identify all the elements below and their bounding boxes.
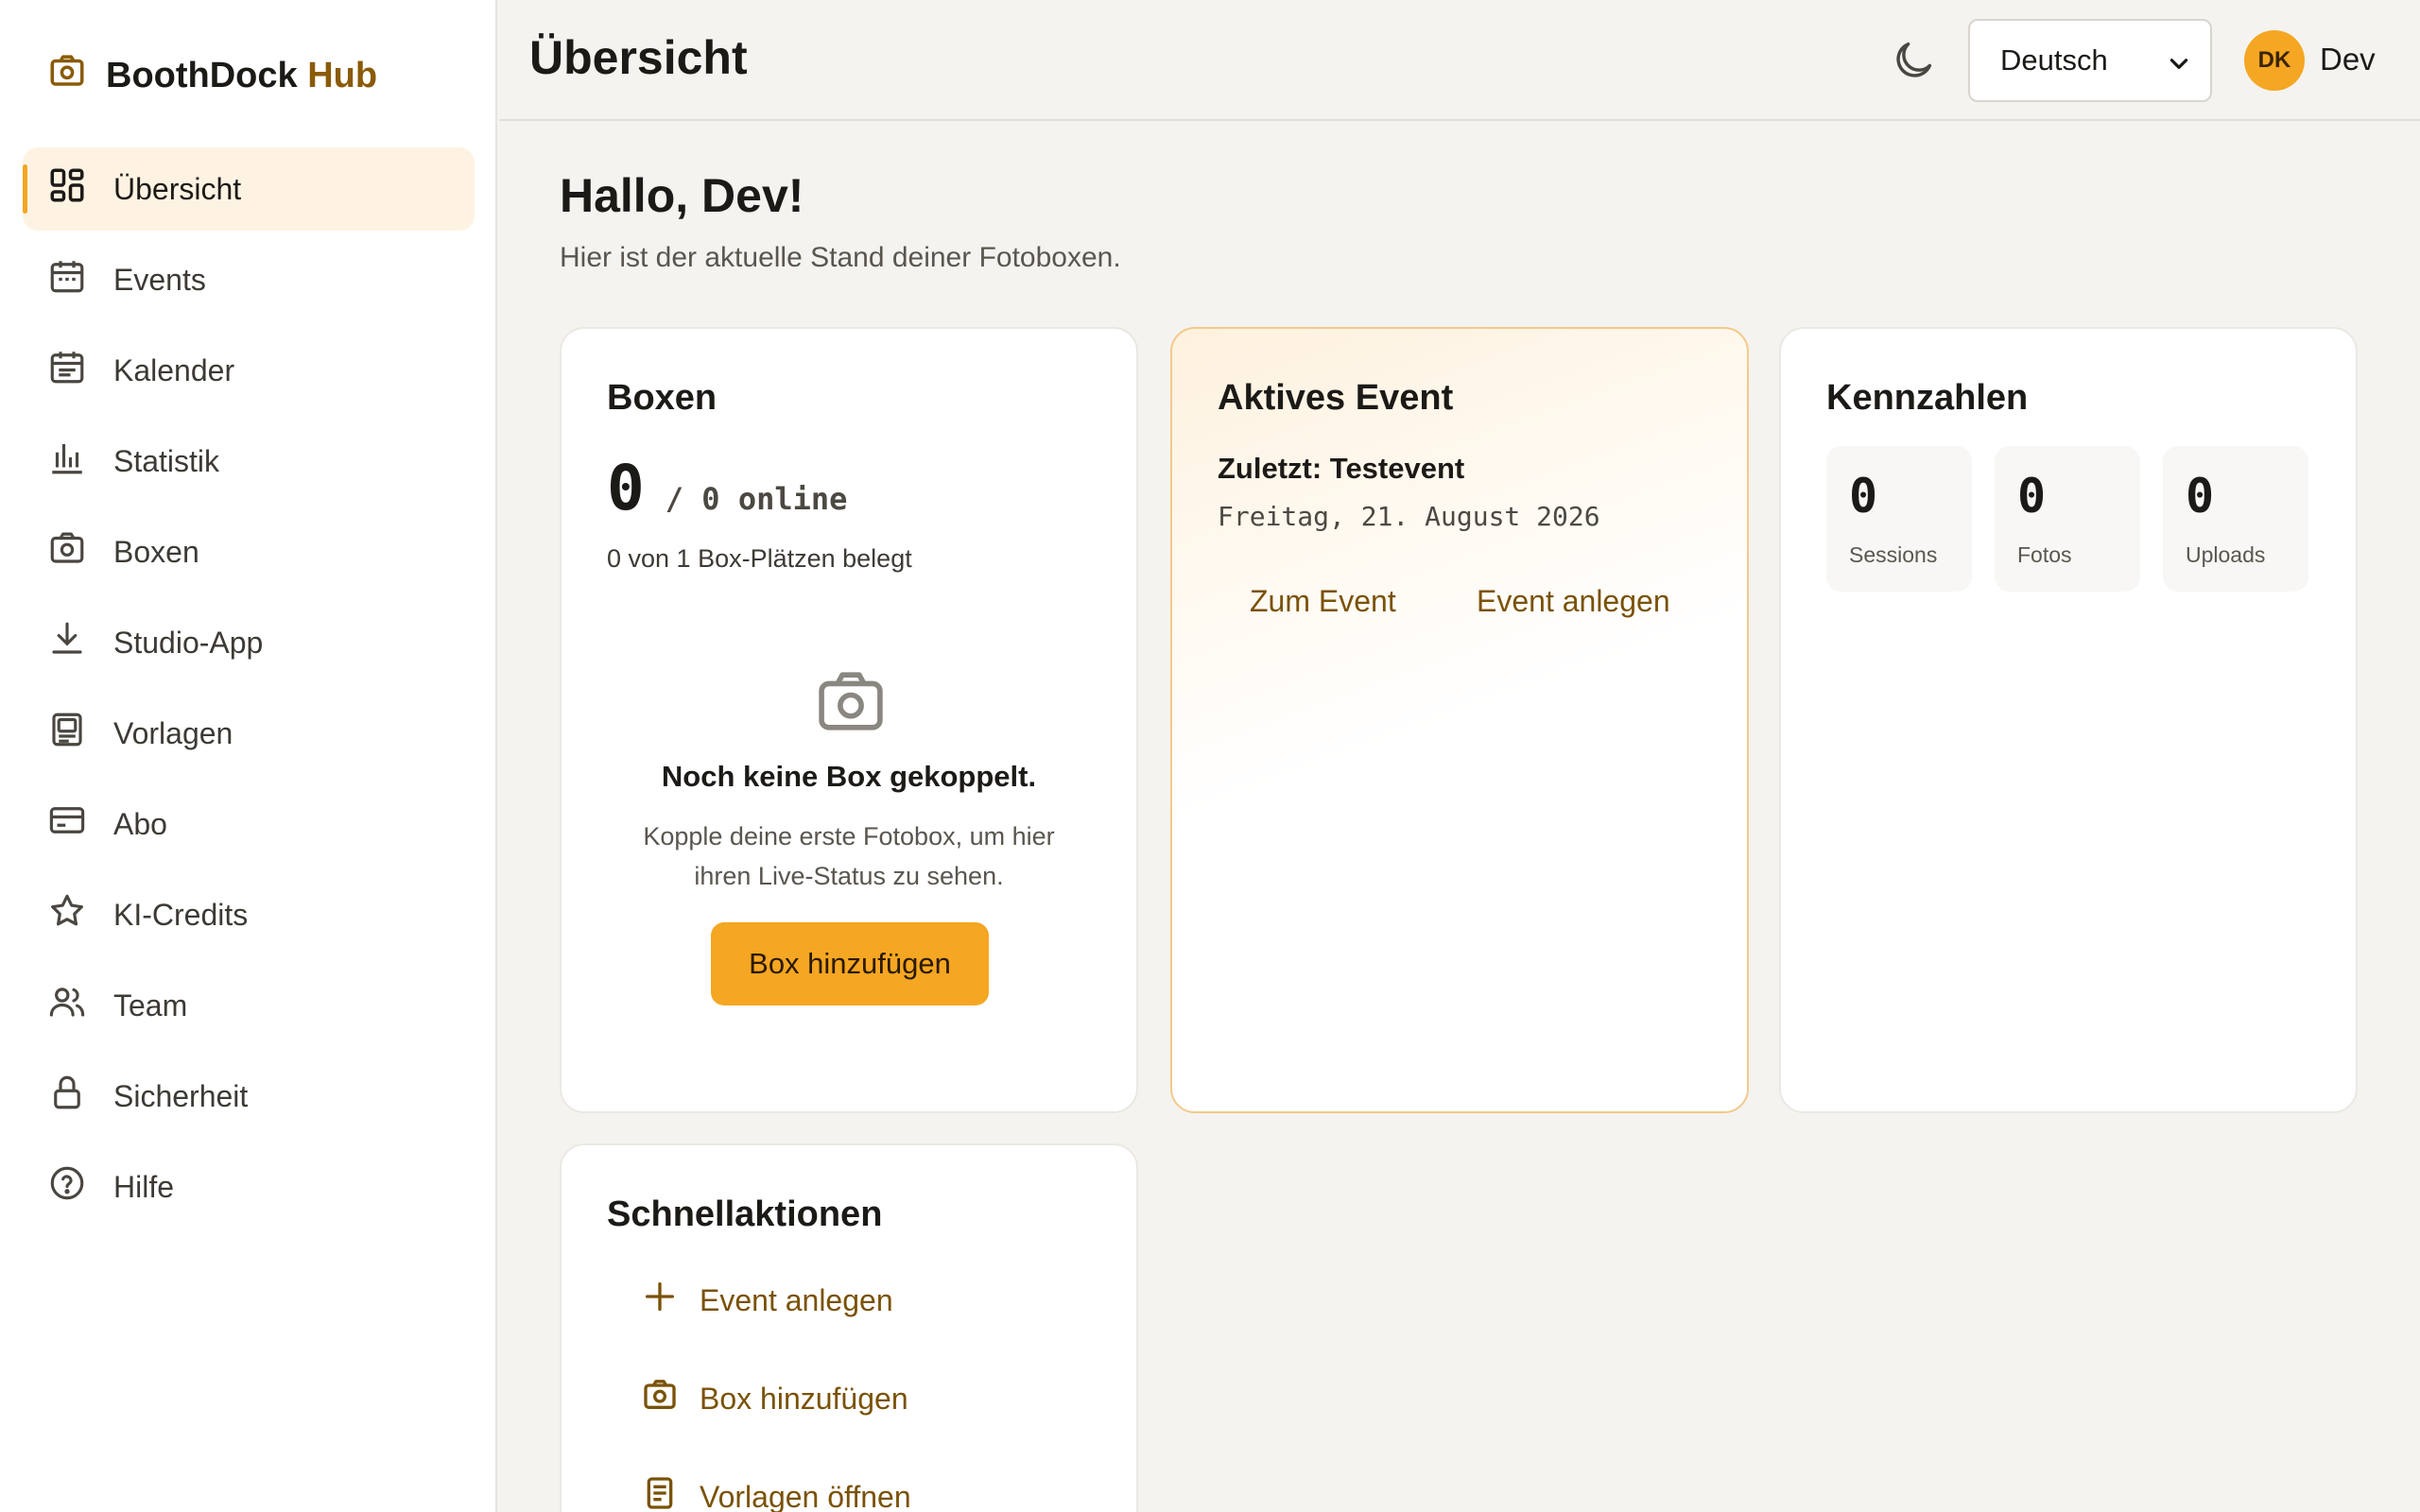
boxes-online-count: 0 / 0 online: [607, 452, 847, 524]
top-header: Übersicht Deutsch DK Dev: [499, 0, 2420, 121]
stat-uploads: 0 Uploads: [2163, 446, 2308, 592]
sidebar-item-uebersicht[interactable]: Übersicht: [23, 147, 475, 231]
sidebar-item-label: Statistik: [113, 443, 220, 478]
boxes-empty-text: Kopple deine erste Fotobox, um hier ihre…: [643, 822, 1055, 890]
bar-chart-icon: [47, 438, 87, 485]
sidebar-item-kalender[interactable]: Kalender: [23, 329, 475, 412]
stat-fotos: 0 Fotos: [1995, 446, 2140, 592]
sidebar-item-sicherheit[interactable]: Sicherheit: [23, 1055, 475, 1138]
camera-icon: [815, 669, 887, 733]
quick-actions-title: Schnellaktionen: [607, 1194, 883, 1234]
sidebar-item-boxen[interactable]: Boxen: [23, 510, 475, 593]
sidebar-nav: Übersicht Events Kalender Statistik Boxe…: [23, 147, 475, 1236]
goto-event-button[interactable]: Zum Event: [1250, 584, 1396, 619]
lock-icon: [47, 1073, 87, 1120]
stats-card: Kennzahlen 0 Sessions 0 Fotos 0 Uploads: [1779, 327, 2358, 1113]
stat-value: 0: [1849, 469, 1878, 524]
sidebar-item-abo[interactable]: Abo: [23, 782, 475, 866]
moon-icon: [1889, 42, 1938, 89]
camera-icon: [47, 528, 87, 576]
boxes-empty-title: Noch keine Box gekoppelt.: [661, 760, 1037, 793]
sidebar-item-ki-credits[interactable]: KI-Credits: [23, 873, 475, 956]
sidebar-item-studio-app[interactable]: Studio-App: [23, 601, 475, 684]
sidebar-item-label: Studio-App: [113, 625, 264, 660]
download-icon: [47, 619, 87, 666]
sidebar-item-label: Kalender: [113, 352, 235, 387]
boxes-slots-text: 0 von 1 Box-Plätzen belegt: [607, 544, 912, 573]
add-box-button[interactable]: Box hinzufügen: [711, 922, 989, 1005]
page-title: Übersicht: [529, 31, 748, 84]
sidebar-item-hilfe[interactable]: Hilfe: [23, 1145, 475, 1228]
stat-value: 0: [2186, 469, 2215, 524]
quick-action-label: Box hinzufügen: [700, 1381, 908, 1416]
sidebar-item-label: Abo: [113, 806, 167, 841]
boxes-card: Boxen 0 / 0 online 0 von 1 Box-Plätzen b…: [560, 327, 1138, 1113]
last-event-name: Zuletzt: Testevent: [1218, 452, 1465, 485]
avatar[interactable]: DK: [2244, 30, 2305, 91]
stat-sessions: 0 Sessions: [1826, 446, 1972, 592]
camera-icon: [47, 51, 87, 100]
credit-card-icon: [47, 800, 87, 848]
calendar-lines-icon: [47, 347, 87, 394]
dashboard-icon: [47, 165, 87, 213]
boxes-online-suffix: / 0 online: [665, 481, 848, 517]
quick-action-create-event[interactable]: Event anlegen: [641, 1278, 893, 1323]
stat-value: 0: [2017, 469, 2047, 524]
star-icon: [47, 891, 87, 938]
user-name[interactable]: Dev: [2320, 42, 2376, 77]
brand-logo[interactable]: BoothDock Hub: [47, 51, 377, 100]
create-event-button[interactable]: Event anlegen: [1477, 584, 1670, 619]
calendar-icon: [47, 256, 87, 303]
sidebar-item-label: Team: [113, 988, 188, 1022]
sidebar: BoothDock Hub Übersicht Events Kalender …: [0, 0, 497, 1512]
quick-action-add-box[interactable]: Box hinzufügen: [641, 1376, 908, 1421]
event-date: Freitag, 21. August 2026: [1218, 501, 1600, 532]
stat-label: Uploads: [2186, 542, 2266, 567]
brand-name: BoothDock: [106, 55, 298, 95]
chevron-down-icon: [2167, 49, 2191, 74]
users-icon: [47, 982, 87, 1029]
language-select[interactable]: Deutsch: [1968, 19, 2212, 102]
quick-action-open-templates[interactable]: Vorlagen öffnen: [641, 1474, 911, 1512]
quick-actions-card: Schnellaktionen Event anlegen Box hinzuf…: [560, 1143, 1138, 1512]
sidebar-item-label: Übersicht: [113, 171, 242, 206]
theme-toggle-button[interactable]: [1889, 36, 1938, 85]
sidebar-item-label: Boxen: [113, 534, 199, 569]
sidebar-item-statistik[interactable]: Statistik: [23, 420, 475, 503]
stats-card-title: Kennzahlen: [1826, 378, 2029, 418]
sidebar-item-label: Events: [113, 262, 206, 297]
sidebar-item-label: Hilfe: [113, 1169, 175, 1204]
sidebar-item-label: Vorlagen: [113, 715, 233, 750]
greeting-subtitle: Hier ist der aktuelle Stand deiner Fotob…: [560, 242, 1121, 273]
document-icon: [641, 1474, 679, 1512]
active-event-card: Aktives Event Zuletzt: Testevent Freitag…: [1170, 327, 1749, 1113]
camera-icon: [641, 1376, 679, 1421]
boxes-card-title: Boxen: [607, 378, 717, 418]
plus-icon: [641, 1278, 679, 1323]
brand-accent: Hub: [307, 55, 378, 95]
sidebar-item-vorlagen[interactable]: Vorlagen: [23, 692, 475, 775]
language-select-value: Deutsch: [2000, 43, 2108, 77]
event-card-title: Aktives Event: [1218, 378, 1454, 418]
sidebar-item-label: KI-Credits: [113, 897, 249, 932]
sidebar-item-team[interactable]: Team: [23, 964, 475, 1047]
stat-label: Sessions: [1849, 542, 1938, 567]
quick-action-label: Event anlegen: [700, 1282, 893, 1317]
help-icon: [47, 1163, 87, 1211]
template-icon: [47, 710, 87, 757]
boxes-online-number: 0: [607, 452, 645, 524]
stat-label: Fotos: [2017, 542, 2072, 567]
greeting-heading: Hallo, Dev!: [560, 169, 804, 222]
sidebar-item-events[interactable]: Events: [23, 238, 475, 321]
quick-action-label: Vorlagen öffnen: [700, 1479, 911, 1512]
sidebar-item-label: Sicherheit: [113, 1078, 249, 1113]
